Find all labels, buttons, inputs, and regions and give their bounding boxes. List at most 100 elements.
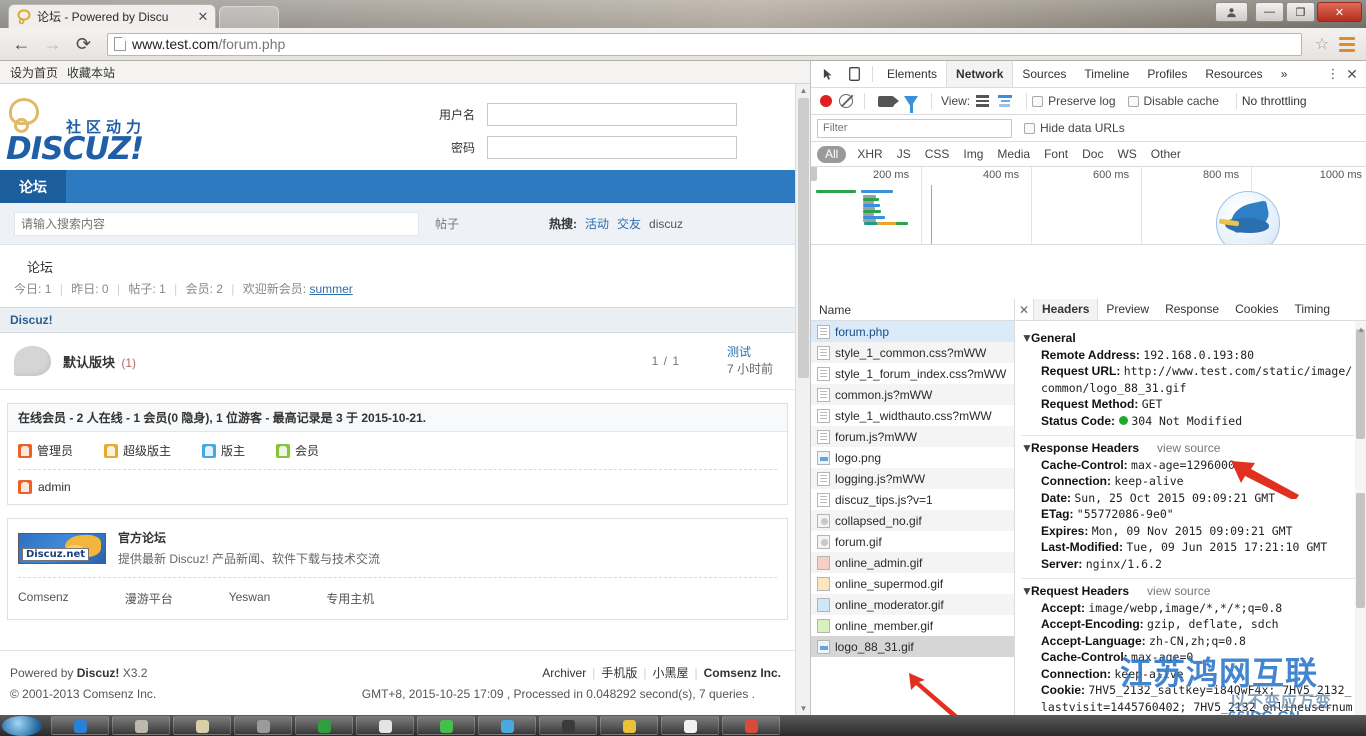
inspect-element-icon[interactable] (815, 63, 841, 85)
partner-title[interactable]: 官方论坛 (118, 529, 380, 546)
request-row-common-js[interactable]: common.js?mWW (811, 384, 1014, 405)
type-filter-other[interactable]: Other (1144, 146, 1188, 163)
close-window-button[interactable]: ✕ (1317, 2, 1362, 22)
partner-link-1[interactable]: 漫游平台 (125, 590, 173, 607)
clear-button-icon[interactable] (839, 94, 853, 108)
detail-close-icon[interactable]: ✕ (1015, 303, 1033, 317)
general-section-title[interactable]: ▼General (1021, 330, 1358, 347)
search-input[interactable] (14, 211, 419, 236)
request-row-discuz-tips-js[interactable]: discuz_tips.js?v=1 (811, 489, 1014, 510)
request-row-forum-js[interactable]: forum.js?mWW (811, 426, 1014, 447)
request-row-online-supermod-gif[interactable]: online_supermod.gif (811, 573, 1014, 594)
capture-screenshots-icon[interactable] (878, 95, 899, 107)
type-filter-media[interactable]: Media (990, 146, 1037, 163)
footer-company[interactable]: Comsenz Inc. (704, 666, 781, 680)
tab-sources[interactable]: Sources (1013, 61, 1075, 87)
view-waterfall-icon[interactable] (998, 95, 1013, 107)
request-row-style-widthauto[interactable]: style_1_widthauto.css?mWW (811, 405, 1014, 426)
type-filter-img[interactable]: Img (956, 146, 990, 163)
scroll-up-arrow[interactable]: ▲ (799, 86, 808, 95)
response-headers-section-title[interactable]: ▼Response Headers view source (1021, 435, 1358, 457)
footer-link-blackroom[interactable]: 小黑屋 (653, 666, 689, 680)
request-row-online-moderator-gif[interactable]: online_moderator.gif (811, 594, 1014, 615)
detail-scrollbar-thumb-2[interactable] (1356, 493, 1365, 608)
type-filter-css[interactable]: CSS (918, 146, 957, 163)
tab-close-icon[interactable]: ✕ (195, 9, 211, 25)
footer-link-archiver[interactable]: Archiver (542, 666, 586, 680)
back-button[interactable]: ← (8, 31, 35, 58)
request-row-logging-js[interactable]: logging.js?mWW (811, 468, 1014, 489)
request-row-online-member-gif[interactable]: online_member.gif (811, 615, 1014, 636)
request-view-source-link[interactable]: view source (1147, 584, 1210, 598)
breadcrumb[interactable]: 论坛 (0, 245, 795, 280)
taskbar-item-9[interactable] (600, 716, 658, 735)
throttling-select[interactable]: No throttling (1242, 94, 1307, 108)
bookmark-star-icon[interactable]: ☆ (1312, 34, 1332, 54)
reload-button[interactable]: ⟳ (70, 31, 97, 58)
type-filter-xhr[interactable]: XHR (850, 146, 889, 163)
device-toolbar-icon[interactable] (841, 63, 867, 85)
detail-scrollbar-thumb[interactable] (1356, 329, 1365, 439)
request-row-style-common[interactable]: style_1_common.css?mWW (811, 342, 1014, 363)
type-filter-font[interactable]: Font (1037, 146, 1075, 163)
last-post-title[interactable]: 测试 (727, 344, 773, 361)
request-row-online-admin-gif[interactable]: online_admin.gif (811, 552, 1014, 573)
username-input[interactable] (487, 103, 737, 126)
tab-network[interactable]: Network (946, 61, 1014, 87)
partner-link-3[interactable]: 专用主机 (326, 590, 374, 607)
hot-link-0[interactable]: 活动 (585, 215, 609, 232)
taskbar-item-7[interactable] (478, 716, 536, 735)
detail-scroll-up-arrow[interactable]: ▲ (1357, 325, 1365, 334)
network-filter-input[interactable] (817, 118, 1012, 138)
partner-link-2[interactable]: Yeswan (229, 590, 271, 607)
search-type-label[interactable]: 帖子 (435, 215, 459, 232)
taskbar-item-5[interactable] (356, 716, 414, 735)
request-row-logo-png[interactable]: logo.png (811, 447, 1014, 468)
page-vertical-scrollbar[interactable]: ▲ ▼ (795, 84, 810, 715)
type-filter-ws[interactable]: WS (1110, 146, 1143, 163)
scrollbar-thumb[interactable] (798, 98, 809, 378)
request-row-logo-88-31-gif[interactable]: logo_88_31.gif (811, 636, 1014, 657)
taskbar-item-2[interactable] (173, 716, 231, 735)
forum-row[interactable]: 默认版块 (1) 1 / 1 测试 7 小时前 (0, 333, 795, 390)
tab-resources[interactable]: Resources (1196, 61, 1271, 87)
request-row-style-forum-index[interactable]: style_1_forum_index.css?mWW (811, 363, 1014, 384)
detail-tab-response[interactable]: Response (1157, 299, 1227, 320)
view-list-icon[interactable] (976, 95, 990, 107)
bookmark-item-0[interactable]: 设为首页 (10, 64, 58, 81)
minimize-button[interactable]: — (1255, 2, 1284, 22)
profile-button[interactable] (1215, 2, 1248, 22)
type-filter-all[interactable]: All (817, 145, 847, 163)
hot-link-2[interactable]: discuz (649, 217, 683, 231)
request-row-forum-php[interactable]: forum.php (811, 321, 1014, 342)
start-button-icon[interactable] (2, 715, 42, 736)
new-member-link[interactable]: summer (309, 282, 352, 296)
tab-timeline[interactable]: Timeline (1075, 61, 1138, 87)
password-input[interactable] (487, 136, 737, 159)
detail-tab-preview[interactable]: Preview (1098, 299, 1157, 320)
bookmark-item-1[interactable]: 收藏本站 (67, 64, 115, 81)
taskbar-item-0[interactable] (51, 716, 109, 735)
forward-button[interactable]: → (39, 31, 66, 58)
maximize-button[interactable]: ❐ (1286, 2, 1315, 22)
taskbar-item-8[interactable] (539, 716, 597, 735)
request-list-header[interactable]: Name (811, 299, 1014, 321)
browser-tab[interactable]: 论坛 - Powered by Discu ✕ (8, 4, 216, 28)
request-row-collapsed-no-gif[interactable]: collapsed_no.gif (811, 510, 1014, 531)
taskbar-item-11[interactable] (722, 716, 780, 735)
filter-funnel-icon[interactable] (904, 95, 918, 113)
disable-cache-checkbox[interactable]: Disable cache (1127, 94, 1219, 108)
footer-link-mobile[interactable]: 手机版 (601, 666, 637, 680)
discuz-logo[interactable]: 社区动力 DISCUZ! (6, 98, 196, 167)
network-overview-timeline[interactable]: 200 ms 400 ms 600 ms 800 ms 1000 ms (811, 167, 1366, 245)
new-tab-button[interactable] (219, 6, 279, 28)
preserve-log-checkbox[interactable]: Preserve log (1032, 94, 1116, 108)
devtools-close-icon[interactable]: ✕ (1342, 66, 1362, 83)
taskbar-item-1[interactable] (112, 716, 170, 735)
type-filter-js[interactable]: JS (890, 146, 918, 163)
detail-tab-headers[interactable]: Headers (1033, 299, 1099, 320)
taskbar-item-4[interactable] (295, 716, 353, 735)
request-row-forum-gif[interactable]: forum.gif (811, 531, 1014, 552)
record-button-icon[interactable] (820, 95, 832, 107)
taskbar-item-6[interactable] (417, 716, 475, 735)
